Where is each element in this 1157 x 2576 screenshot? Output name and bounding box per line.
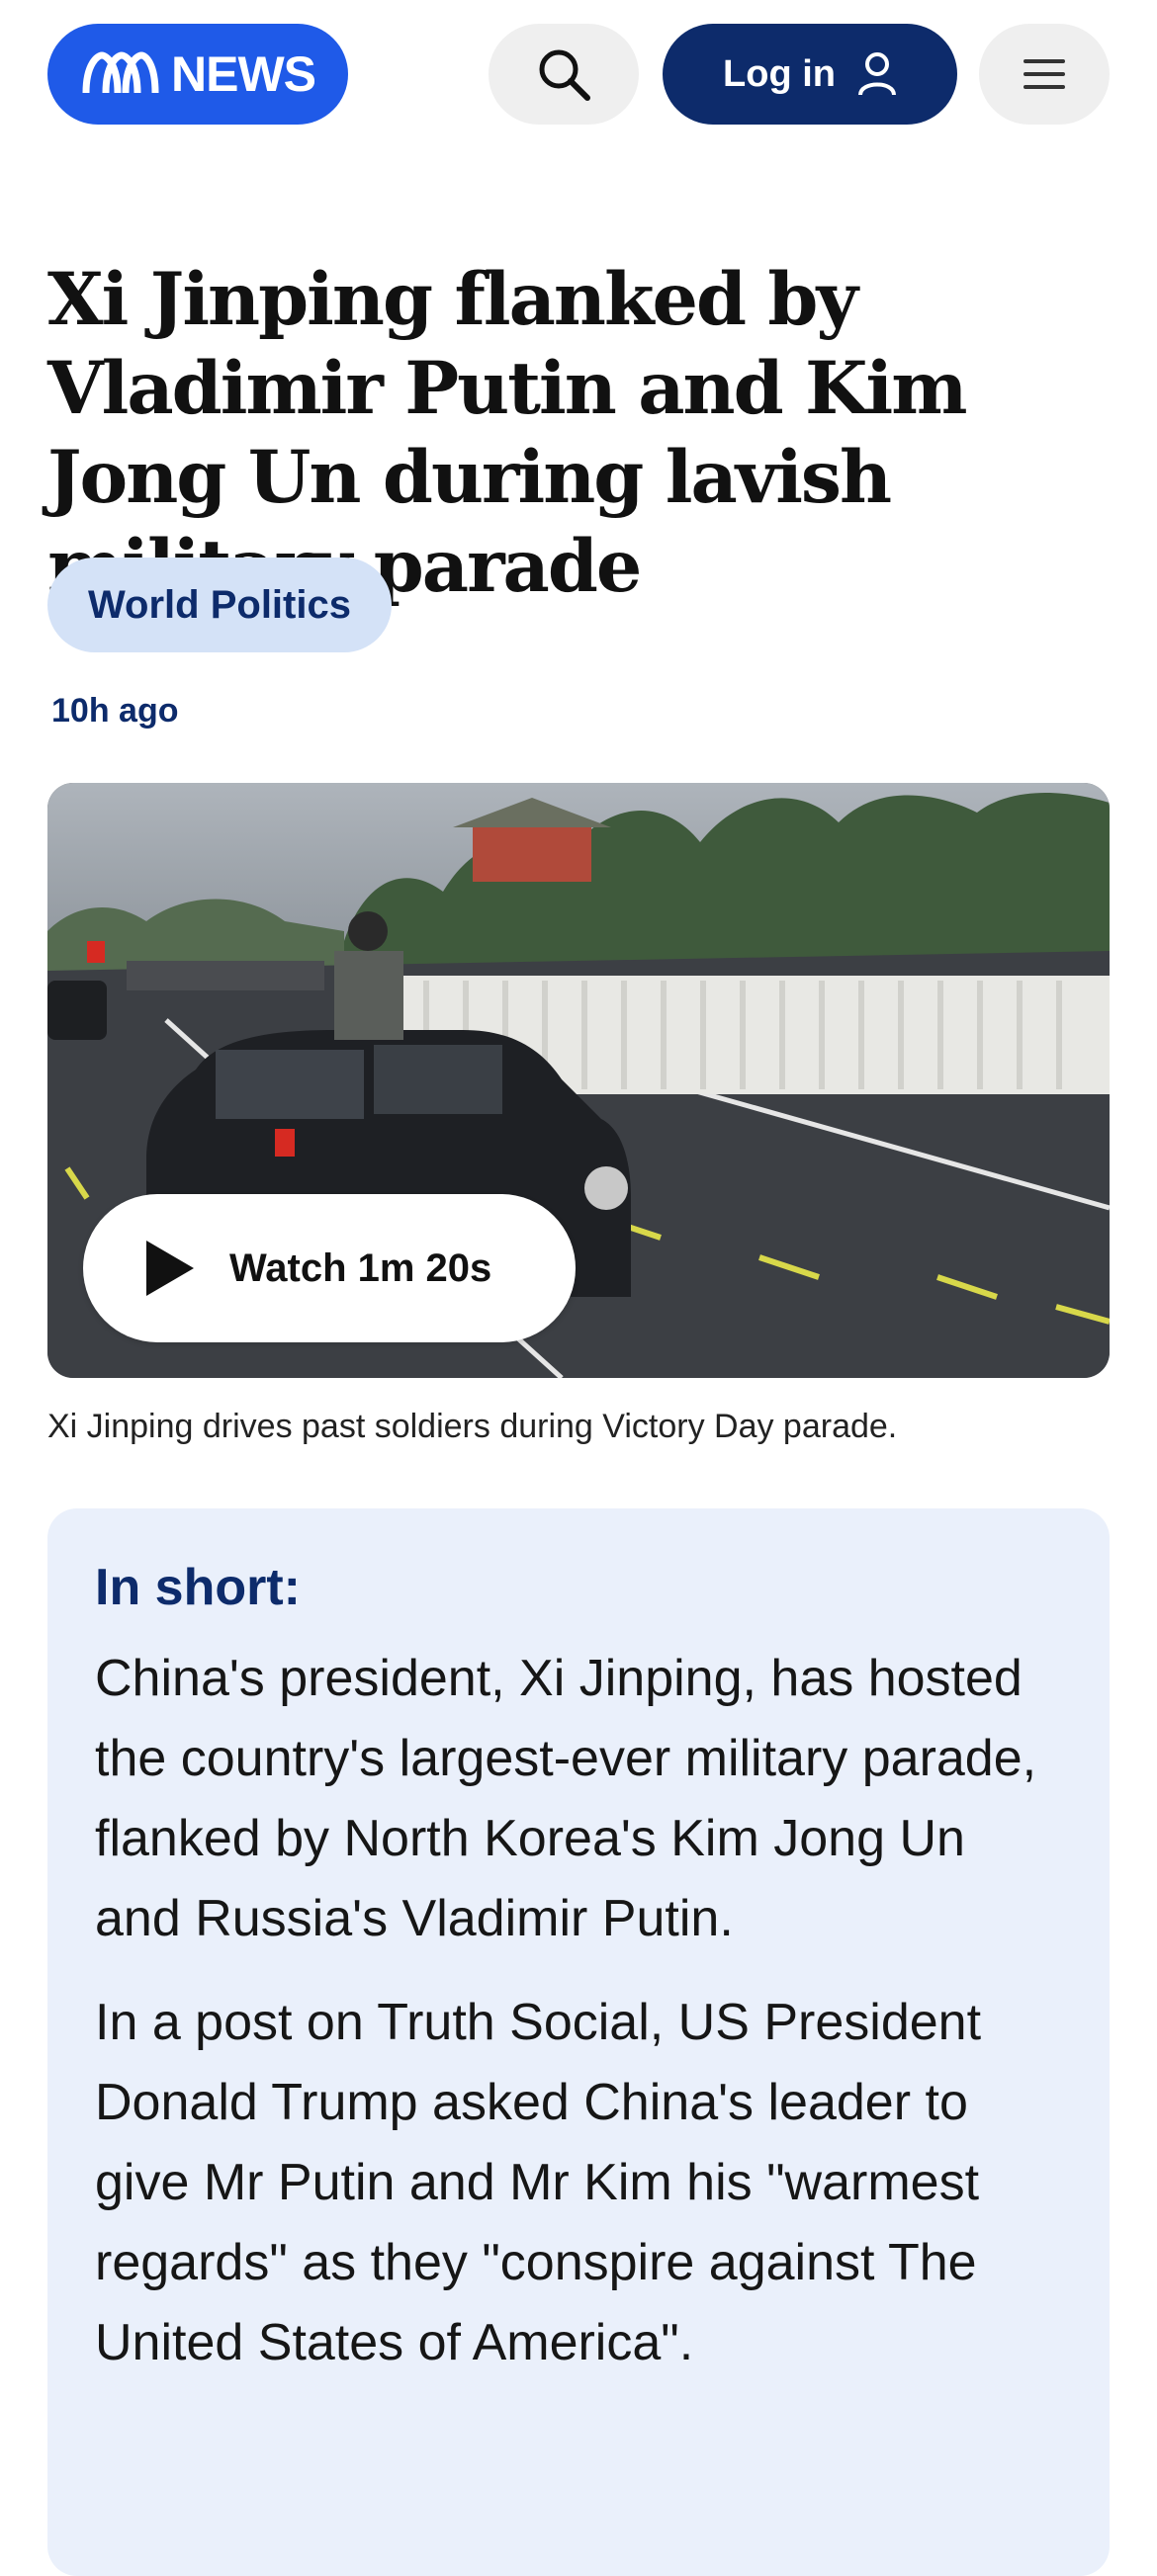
abc-news-logo[interactable]: NEWS [47,24,348,125]
in-short-paragraph: China's president, Xi Jinping, has hoste… [95,1650,1037,1947]
in-short-paragraph: In a post on Truth Social, US President … [95,1994,982,2371]
menu-button[interactable] [979,24,1110,125]
in-short-title: In short: [95,1559,301,1616]
watch-label: Watch 1m 20s [229,1245,492,1290]
video-caption: Xi Jinping drives past soldiers during V… [47,1408,898,1445]
search-button[interactable] [489,24,639,125]
topic-tag[interactable]: World Politics [47,558,392,652]
in-short-box: In short: China's president, Xi Jinping,… [47,1508,1110,2576]
play-icon [146,1241,194,1296]
user-icon [857,52,896,96]
login-button[interactable]: Log in [663,24,957,125]
watch-video-button[interactable]: Watch 1m 20s [83,1194,576,1342]
logo-text: NEWS [171,46,316,102]
abc-logo-icon [82,51,159,94]
article-timestamp: 10h ago [51,692,179,730]
search-icon [539,49,590,101]
site-header: NEWS Log in [0,0,1157,148]
login-label: Log in [723,52,836,95]
menu-icon [1024,59,1065,89]
video-player[interactable]: Watch 1m 20s [47,783,1110,1378]
